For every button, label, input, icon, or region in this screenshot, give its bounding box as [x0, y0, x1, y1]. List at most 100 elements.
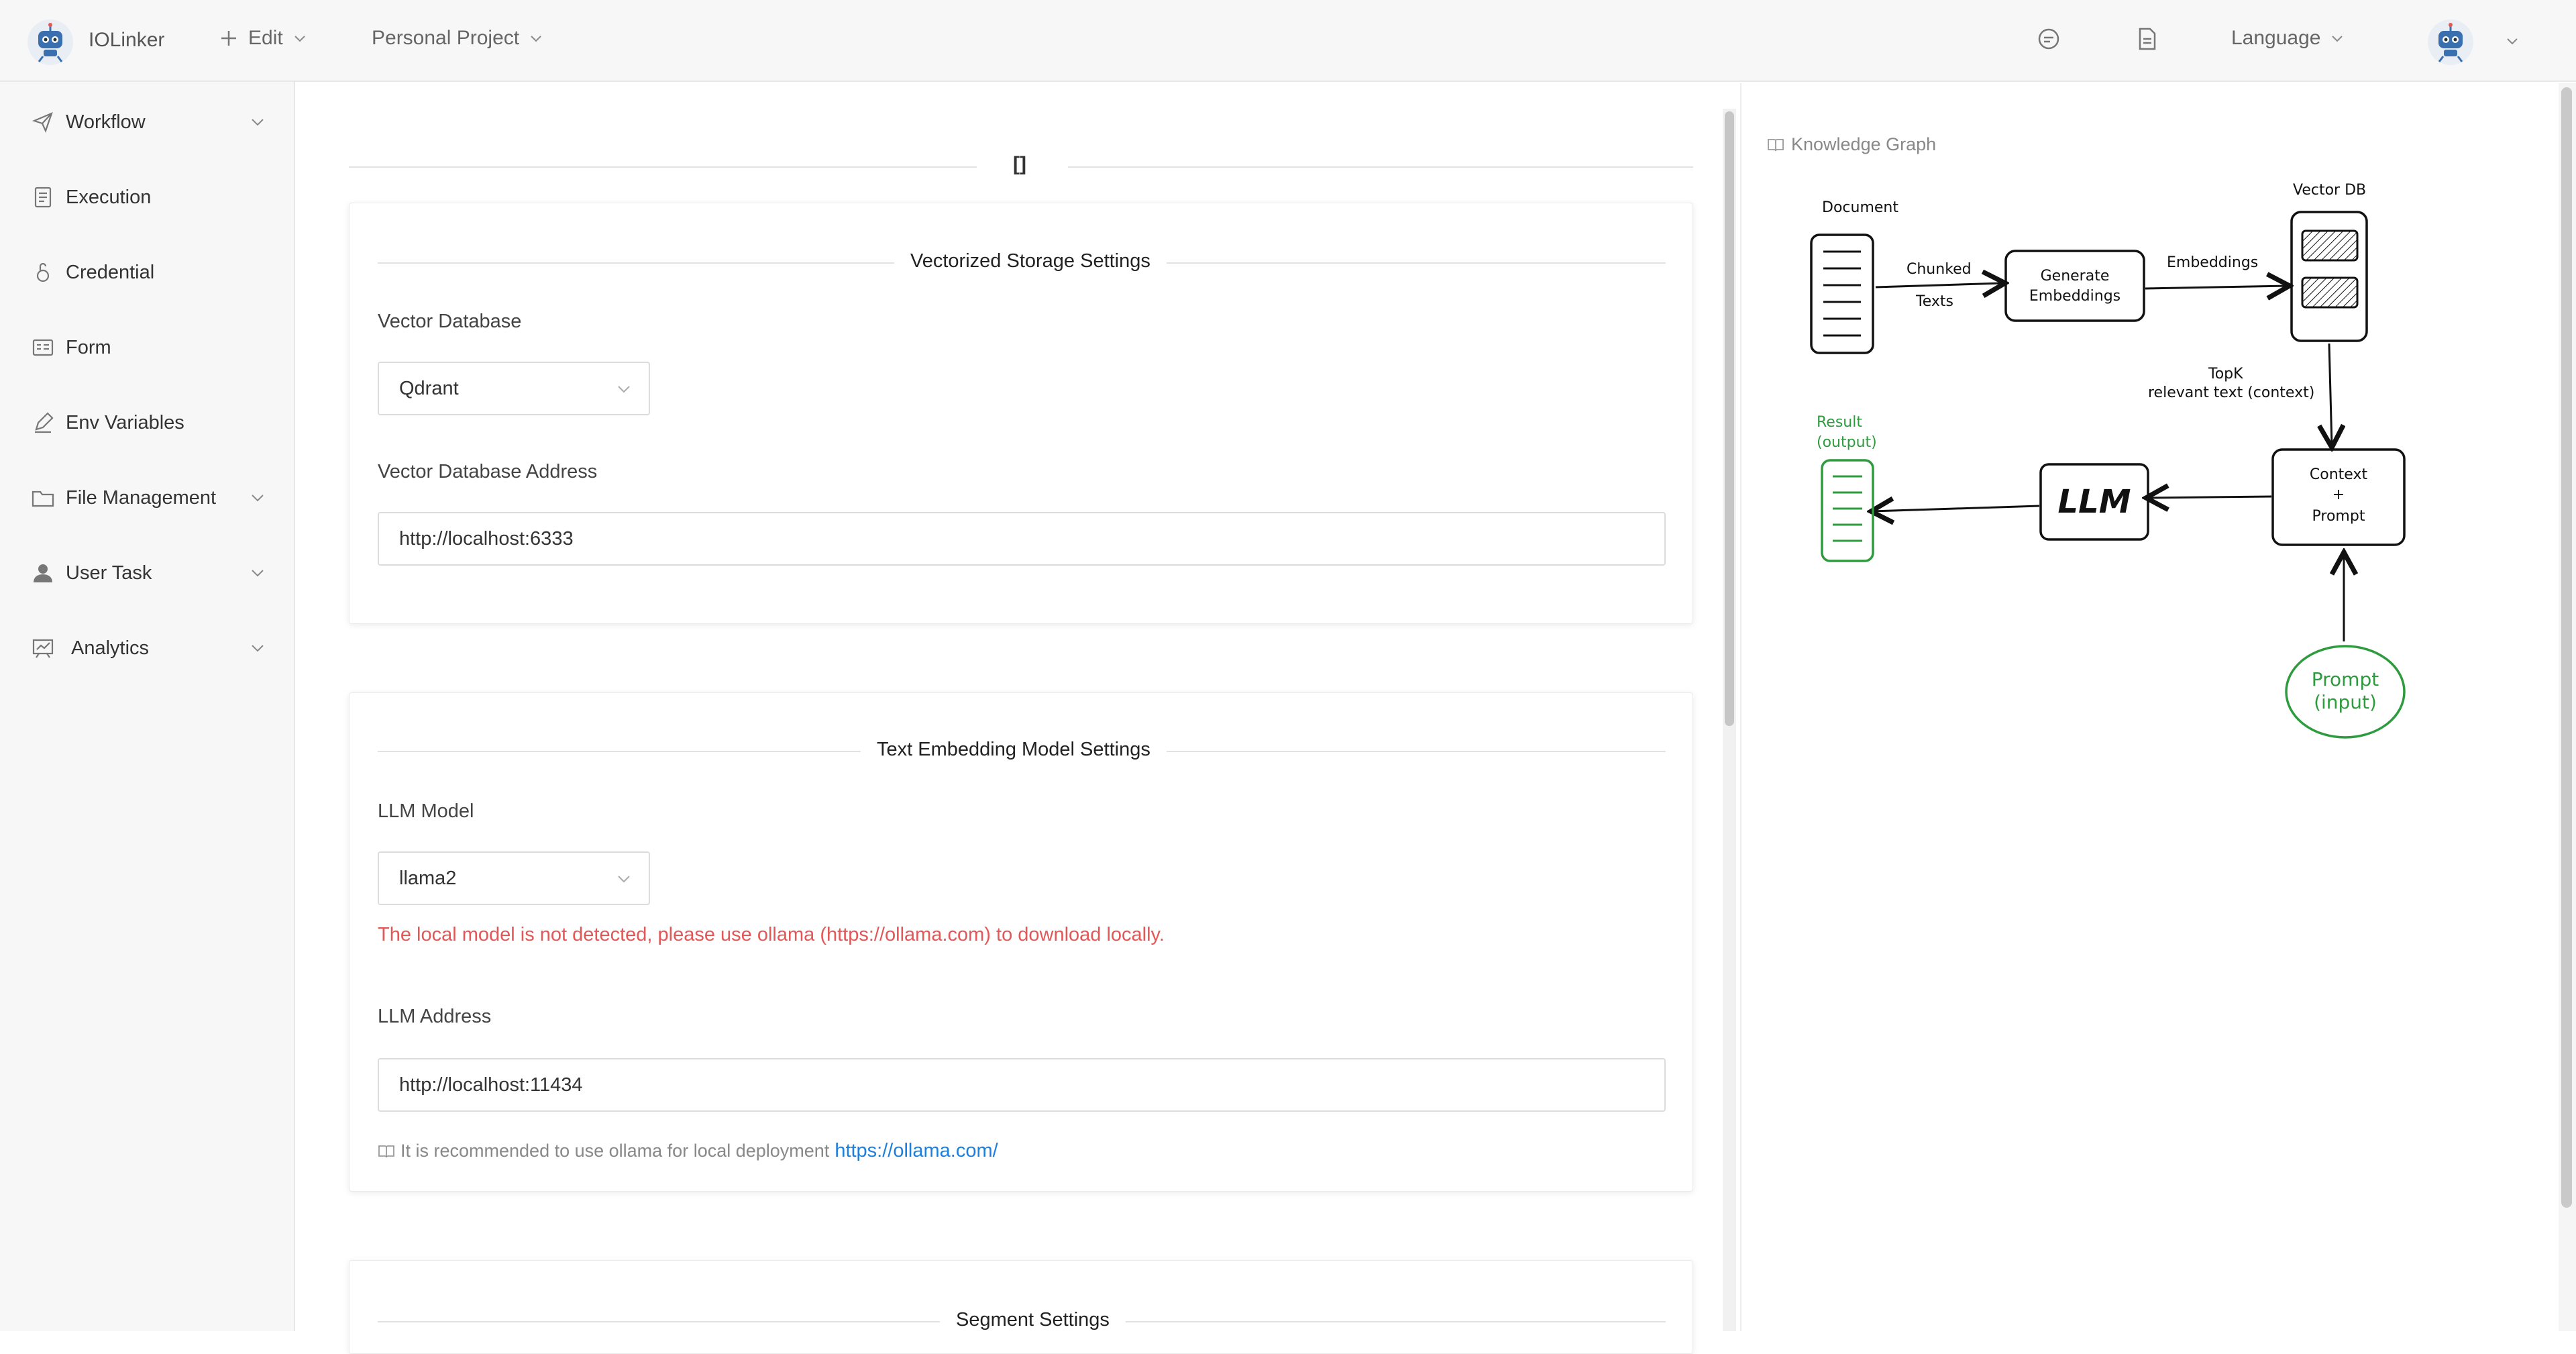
segment-settings-card: Segment Settings	[349, 1260, 1693, 1354]
sidebar-item-label: Form	[66, 336, 111, 358]
card-title: Text Embedding Model Settings	[861, 739, 1167, 761]
book-icon	[1768, 138, 1784, 151]
vector-db-value: Qdrant	[399, 378, 459, 399]
sidebar-item-label: Workflow	[66, 111, 146, 133]
vector-db-block	[2301, 276, 2359, 309]
diagram-embeddings-box-label: Embeddings	[2029, 288, 2121, 305]
rag-pipeline-diagram: Document Chunked Texts Generate Embeddin…	[1810, 182, 2406, 739]
vector-db-block	[2301, 229, 2359, 262]
lock-icon	[36, 262, 50, 282]
sidebar-item-env-variables[interactable]: Env Variables	[0, 396, 294, 450]
send-icon	[32, 112, 53, 133]
sidebar-item-credential[interactable]: Credential	[0, 246, 294, 299]
page-scrollbar-thumb[interactable]	[2561, 87, 2572, 1208]
sidebar-item-workflow[interactable]: Workflow	[0, 95, 294, 149]
diagram-document-label: Document	[1822, 199, 1898, 216]
diagram-input-label: (input)	[2314, 691, 2377, 713]
plus-icon	[221, 31, 236, 46]
ollama-hint: It is recommended to use ollama for loca…	[378, 1140, 998, 1162]
llm-address-input[interactable]	[378, 1058, 1666, 1112]
chevron-down-icon	[252, 494, 264, 502]
sidebar-item-form[interactable]: Form	[0, 321, 294, 374]
sidebar: Workflow Execution Credential Form Env V…	[0, 82, 295, 1331]
llm-model-value: llama2	[399, 868, 457, 889]
vector-db-address-label: Vector Database Address	[378, 461, 598, 482]
card-title: Vectorized Storage Settings	[894, 250, 1167, 272]
edit-menu[interactable]: Edit	[219, 27, 307, 50]
chevron-down-icon	[531, 36, 541, 42]
diagram-vector-db-label: Vector DB	[2293, 182, 2366, 199]
diagram-prompt-input-label: Prompt	[2312, 668, 2379, 690]
llm-model-label: LLM Model	[378, 800, 474, 822]
sidebar-item-file-management[interactable]: File Management	[0, 471, 294, 525]
document-icon	[34, 187, 52, 208]
language-selector[interactable]: Language	[2231, 27, 2345, 50]
diagram-texts-label: Texts	[1915, 293, 1953, 310]
chevron-down-icon	[294, 36, 305, 42]
chevron-down-icon[interactable]	[2505, 34, 2520, 48]
ollama-link[interactable]: https://ollama.com/	[835, 1140, 998, 1162]
diagram-output-label: (output)	[1817, 434, 1877, 451]
embedding-model-card: Text Embedding Model Settings LLM Model …	[349, 692, 1693, 1192]
llm-model-select[interactable]: llama2	[378, 851, 650, 905]
vector-db-label: Vector Database	[378, 311, 522, 332]
robot-logo-icon[interactable]	[27, 19, 74, 66]
diagram-plus-label: +	[2332, 486, 2345, 503]
vector-db-address-input[interactable]	[378, 512, 1666, 566]
diagram-result-label: Result	[1817, 414, 1862, 431]
card-title: Segment Settings	[940, 1309, 1126, 1331]
diagram-context-label: Context	[2310, 466, 2368, 483]
language-selector-label: Language	[2231, 27, 2321, 49]
folder-icon	[32, 490, 54, 507]
top-header: IOLinker Edit Personal Project Language	[0, 0, 2576, 82]
project-selector[interactable]: Personal Project	[372, 27, 543, 50]
diagram-prompt-label: Prompt	[2312, 508, 2365, 525]
sidebar-item-execution[interactable]: Execution	[0, 170, 294, 224]
user-avatar[interactable]	[2427, 19, 2474, 66]
book-icon	[378, 1145, 394, 1157]
project-selector-label: Personal Project	[372, 27, 520, 49]
section-divider	[349, 166, 977, 168]
diagram-generate-label: Generate	[2041, 268, 2110, 284]
sidebar-item-label: Credential	[66, 261, 155, 283]
document-icon[interactable]	[2133, 25, 2160, 52]
diagram-topk-label: TopK	[2208, 366, 2243, 382]
chat-bubble-icon[interactable]	[2035, 25, 2062, 52]
knowledge-graph-title-text: Knowledge Graph	[1791, 134, 1937, 154]
sidebar-item-label: Env Variables	[66, 411, 184, 433]
edit-menu-label: Edit	[248, 27, 283, 49]
sidebar-item-user-task[interactable]: User Task	[0, 546, 294, 600]
section-divider	[1068, 166, 1693, 168]
chunked-texts-arrow	[1875, 283, 2003, 287]
pen-icon	[35, 412, 54, 433]
diagram-chunked-label: Chunked	[1907, 261, 1972, 278]
sidebar-item-label: Analytics	[71, 637, 150, 659]
topk-arrow	[2329, 343, 2332, 446]
chevron-down-icon	[2332, 36, 2343, 42]
chevron-down-icon	[252, 645, 264, 652]
sidebar-item-label: File Management	[66, 486, 217, 509]
diagram-llm-label: LLM	[2058, 483, 2131, 521]
document-lines	[1823, 250, 1861, 337]
section-title: []	[1013, 153, 1026, 175]
sidebar-item-label: User Task	[66, 562, 152, 584]
chart-icon	[32, 639, 54, 658]
context-to-llm-arrow	[2148, 497, 2272, 498]
chevron-down-icon	[252, 119, 264, 126]
llm-address-label: LLM Address	[378, 1006, 492, 1027]
sidebar-item-label: Execution	[66, 186, 152, 208]
form-icon	[32, 339, 54, 356]
embeddings-arrow	[2145, 286, 2288, 289]
knowledge-graph-title: Knowledge Graph	[1767, 134, 1936, 155]
diagram-embeddings-arrow-label: Embeddings	[2167, 254, 2258, 271]
ollama-hint-text: It is recommended to use ollama for loca…	[400, 1141, 830, 1161]
vector-db-select[interactable]: Qdrant	[378, 362, 650, 415]
user-icon	[34, 564, 52, 582]
chevron-down-icon	[618, 386, 630, 393]
llm-to-result-arrow	[1873, 506, 2040, 511]
sidebar-item-analytics[interactable]: Analytics	[0, 621, 294, 675]
chevron-down-icon	[252, 570, 264, 577]
result-lines	[1833, 475, 1862, 542]
main-scrollbar-thumb[interactable]	[1725, 111, 1734, 726]
model-error-message: The local model is not detected, please …	[378, 924, 1165, 945]
